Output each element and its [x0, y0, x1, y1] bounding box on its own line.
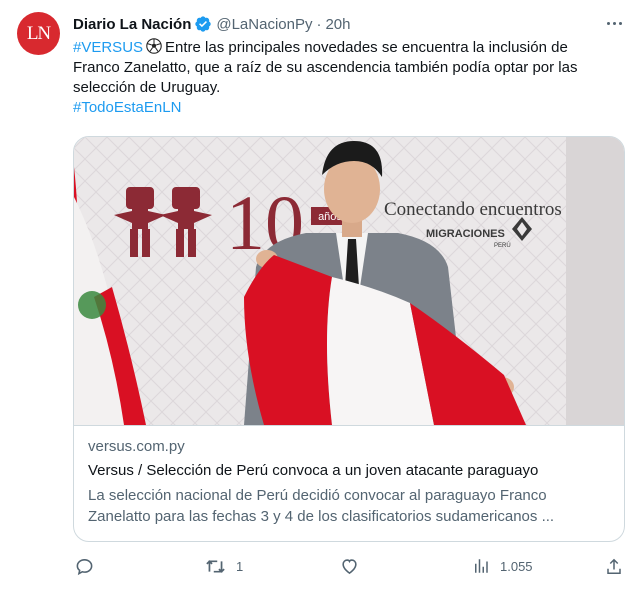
banner-slogan: Conectando encuentros — [384, 199, 562, 220]
card-body[interactable]: versus.com.py Versus / Selección de Perú… — [74, 425, 624, 541]
soccer-ball-icon — [146, 38, 162, 54]
link-card[interactable]: 10 años Conectando encuentros MIGRACIONE… — [73, 136, 625, 542]
card-image[interactable]: 10 años Conectando encuentros MIGRACIONE… — [74, 137, 624, 425]
reply-button[interactable] — [75, 554, 94, 578]
author-handle[interactable]: @LaNacionPy — [216, 16, 312, 33]
separator-dot: · — [316, 15, 322, 33]
tweet-header: Diario La Nación @LaNacionPy · 20h — [73, 13, 351, 35]
card-description: La selección nacional de Perú decidió co… — [88, 485, 612, 527]
tweet-text-line1: Entre las principales novedades se encue… — [165, 39, 568, 56]
hashtag-todoestaenln[interactable]: #TodoEstaEnLN — [73, 98, 633, 118]
like-button[interactable] — [340, 554, 359, 578]
avatar-initials: LN — [26, 22, 51, 44]
views-icon — [475, 559, 488, 573]
card-description-line1: La selección nacional de Perú decidió co… — [88, 487, 547, 504]
avatar[interactable]: LN — [17, 12, 60, 55]
reply-icon — [76, 558, 93, 575]
tweet-text: #VERSUS Entre las principales novedades s… — [73, 38, 633, 118]
author-name[interactable]: Diario La Nación — [73, 16, 191, 33]
more-options-icon[interactable] — [604, 13, 624, 33]
card-description-line2: Zanelatto para las fechas 3 y 4 de los c… — [88, 508, 555, 525]
banner-org-sub: PERÚ — [494, 242, 511, 249]
retweet-button[interactable]: 1 — [205, 554, 243, 578]
hashtag-versus[interactable]: #VERSUS — [73, 39, 143, 56]
timestamp[interactable]: 20h — [325, 16, 350, 33]
tweet[interactable]: LN Diario La Nación @LaNacionPy · 20h #V… — [0, 0, 640, 590]
card-domain: versus.com.py — [88, 438, 185, 455]
like-icon — [342, 559, 357, 575]
retweet-count: 1 — [236, 558, 244, 574]
share-button[interactable] — [605, 554, 623, 578]
tweet-text-line2: Franco Zanelatto, que a raíz de su ascen… — [73, 59, 578, 76]
tweet-text-line3: selección de Uruguay. — [73, 79, 221, 96]
card-title[interactable]: Versus / Selección de Perú convoca a un … — [88, 461, 612, 481]
retweet-icon — [206, 559, 225, 573]
verified-badge-icon — [194, 15, 212, 33]
banner-org: MIGRACIONES — [426, 228, 505, 240]
action-bar: 1 1.055 — [0, 554, 640, 578]
share-icon — [607, 558, 621, 574]
views-count: 1.055 — [500, 558, 533, 574]
views-button[interactable]: 1.055 — [472, 554, 533, 578]
